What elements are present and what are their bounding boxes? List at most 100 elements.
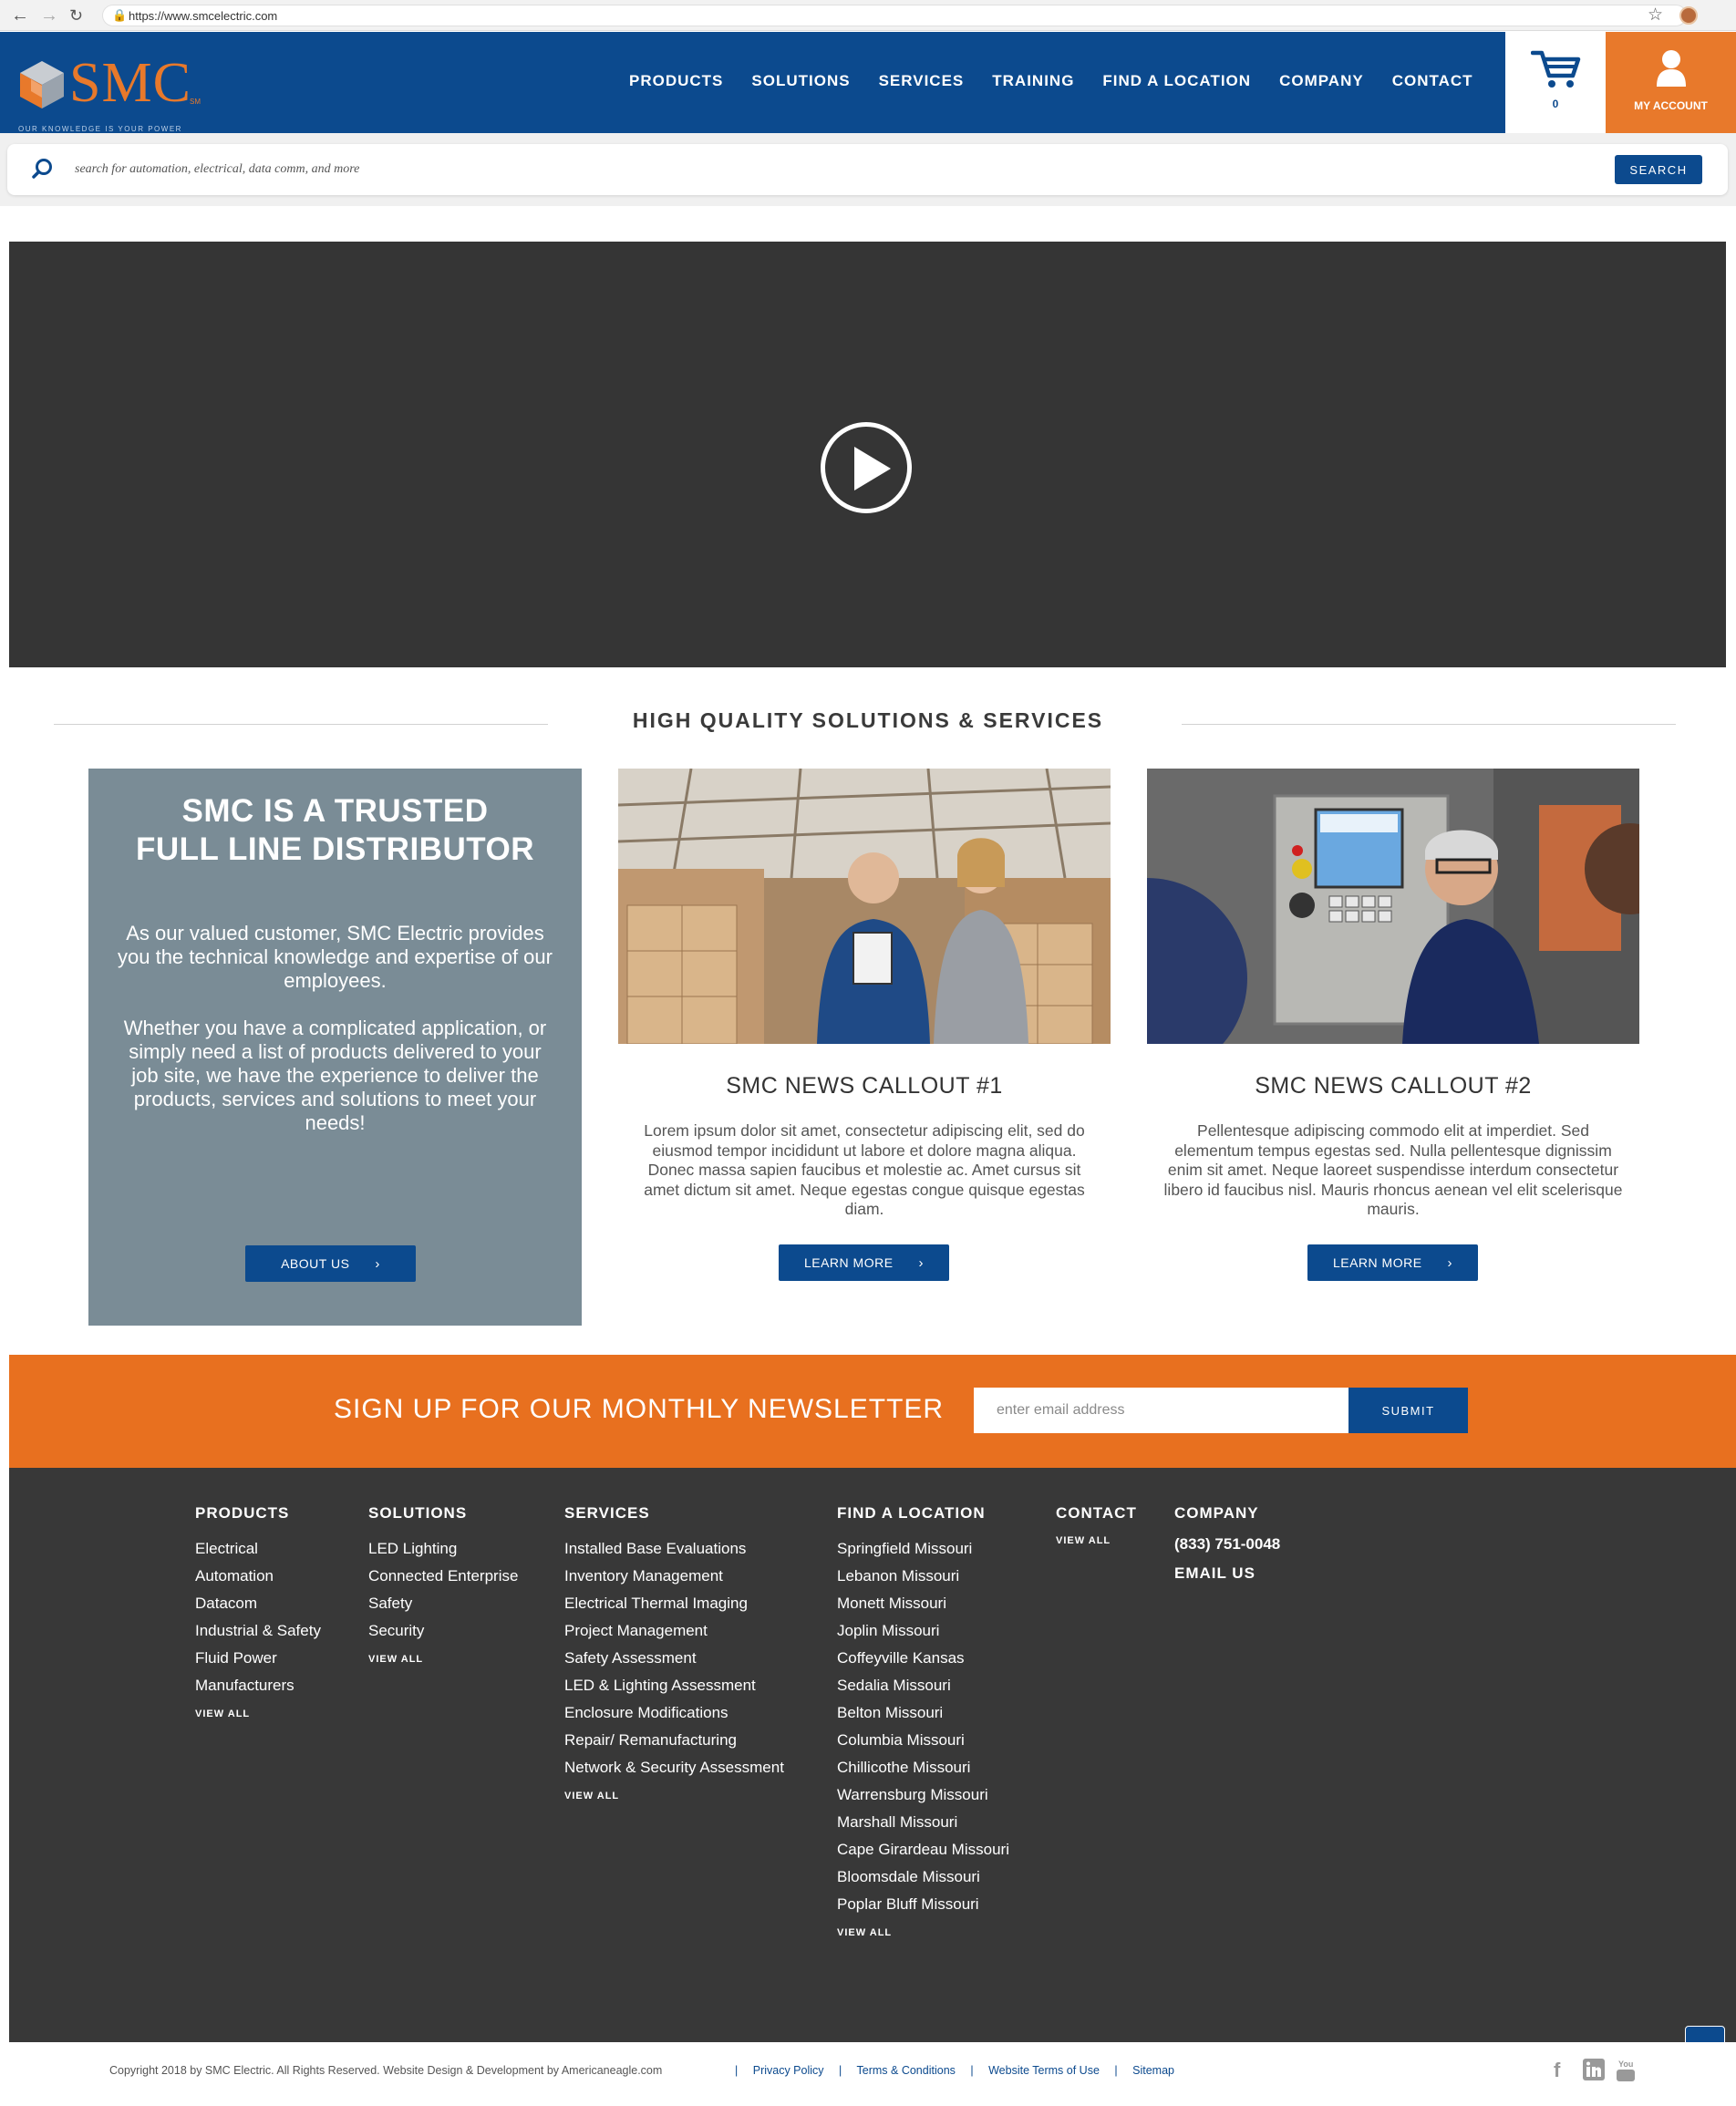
search-box: SEARCH	[7, 144, 1728, 195]
search-button[interactable]: SEARCH	[1615, 155, 1702, 184]
footer-link[interactable]: Industrial & Safety	[195, 1617, 321, 1645]
footer-link[interactable]: Warrensburg Missouri	[837, 1781, 1009, 1809]
footer-link[interactable]: Inventory Management	[564, 1563, 784, 1590]
warehouse-workers-photo	[618, 769, 1111, 1044]
play-icon[interactable]	[821, 422, 912, 513]
nav-services[interactable]: SERVICES	[879, 72, 965, 90]
legal-links: | Privacy Policy | Terms & Conditions | …	[723, 2064, 1174, 2077]
news-title-1: SMC NEWS CALLOUT #1	[726, 1073, 1003, 1099]
footer-heading-products[interactable]: PRODUCTS	[195, 1504, 321, 1523]
footer-heading-locations[interactable]: FIND A LOCATION	[837, 1504, 1009, 1523]
section-title: HIGH QUALITY SOLUTIONS & SERVICES	[632, 708, 1104, 732]
forward-icon[interactable]: →	[40, 5, 58, 26]
view-all-services-link[interactable]: VIEW ALL	[564, 1791, 784, 1801]
footer-link[interactable]: Belton Missouri	[837, 1699, 1009, 1727]
cart-button[interactable]: 0	[1505, 32, 1606, 133]
footer-link[interactable]: Marshall Missouri	[837, 1809, 1009, 1836]
footer-link[interactable]: Electrical	[195, 1535, 321, 1563]
nav-contact[interactable]: CONTACT	[1392, 72, 1473, 90]
footer-link[interactable]: Monett Missouri	[837, 1590, 1009, 1617]
footer-link[interactable]: Network & Security Assessment	[564, 1754, 784, 1781]
view-all-contact-link[interactable]: VIEW ALL	[1056, 1535, 1137, 1546]
youtube-icon[interactable]: You	[1616, 2059, 1636, 2088]
browser-toolbar: ← → ↻ 🔒 https://www.smcelectric.com ☆	[0, 0, 1736, 31]
facebook-icon[interactable]: f	[1554, 2059, 1560, 2082]
footer-link[interactable]: Installed Base Evaluations	[564, 1535, 784, 1563]
footer-link[interactable]: Manufacturers	[195, 1672, 321, 1699]
footer-link[interactable]: Safety	[368, 1590, 518, 1617]
nav-find-a-location[interactable]: FIND A LOCATION	[1102, 72, 1251, 90]
footer-bottom-bar: Copyright 2018 by SMC Electric. All Righ…	[0, 2042, 1736, 2106]
trusted-paragraph-1: As our valued customer, SMC Electric pro…	[118, 922, 553, 992]
search-bar: SEARCH	[0, 133, 1736, 206]
address-bar[interactable]: 🔒 https://www.smcelectric.com	[102, 5, 1687, 26]
footer-link[interactable]: Columbia Missouri	[837, 1727, 1009, 1754]
reload-icon[interactable]: ↻	[69, 5, 83, 26]
footer-link[interactable]: Lebanon Missouri	[837, 1563, 1009, 1590]
nav-training[interactable]: TRAINING	[992, 72, 1074, 90]
learn-more-button-1[interactable]: LEARN MORE ›	[779, 1244, 949, 1281]
news-title-2: SMC NEWS CALLOUT #2	[1255, 1073, 1532, 1099]
footer-link[interactable]: Sedalia Missouri	[837, 1672, 1009, 1699]
footer-link[interactable]: Electrical Thermal Imaging	[564, 1590, 784, 1617]
footer-link[interactable]: Fluid Power	[195, 1645, 321, 1672]
nav-solutions[interactable]: SOLUTIONS	[751, 72, 850, 90]
footer-link[interactable]: Connected Enterprise	[368, 1563, 518, 1590]
footer-heading-contact[interactable]: CONTACT	[1056, 1504, 1137, 1523]
sitemap-link[interactable]: Sitemap	[1132, 2064, 1174, 2077]
footer-link[interactable]: Springfield Missouri	[837, 1535, 1009, 1563]
footer-heading-solutions[interactable]: SOLUTIONS	[368, 1504, 518, 1523]
separator: |	[735, 2064, 739, 2077]
terms-conditions-link[interactable]: Terms & Conditions	[857, 2064, 956, 2077]
footer-link[interactable]: Joplin Missouri	[837, 1617, 1009, 1645]
trusted-distributor-card: SMC IS A TRUSTED FULL LINE DISTRIBUTOR A…	[88, 769, 582, 1326]
learn-more-label-2: LEARN MORE	[1332, 1254, 1422, 1270]
profile-avatar[interactable]	[1679, 6, 1698, 25]
footer-link[interactable]: Automation	[195, 1563, 321, 1590]
newsletter-email-input[interactable]	[974, 1388, 1357, 1433]
footer-link[interactable]: Safety Assessment	[564, 1645, 784, 1672]
privacy-policy-link[interactable]: Privacy Policy	[753, 2064, 824, 2077]
logo-text: SMC	[69, 52, 191, 114]
bookmark-star-icon[interactable]: ☆	[1648, 5, 1663, 26]
newsletter-heading: SIGN UP FOR OUR MONTHLY NEWSLETTER	[334, 1394, 945, 1424]
footer-link[interactable]: Security	[368, 1617, 518, 1645]
footer-link[interactable]: Repair/ Remanufacturing	[564, 1727, 784, 1754]
view-all-products-link[interactable]: VIEW ALL	[195, 1709, 321, 1719]
learn-more-button-2[interactable]: LEARN MORE ›	[1307, 1244, 1478, 1281]
footer-link[interactable]: Coffeyville Kansas	[837, 1645, 1009, 1672]
my-account-label: MY ACCOUNT	[1634, 99, 1708, 112]
website-terms-link[interactable]: Website Terms of Use	[988, 2064, 1100, 2077]
footer-products: PRODUCTS Electrical Automation Datacom I…	[195, 1504, 321, 1719]
smc-logo[interactable]: SMC SM OUR KNOWLEDGE IS YOUR POWER	[16, 52, 217, 133]
my-account-button[interactable]: MY ACCOUNT	[1606, 32, 1736, 133]
footer-link[interactable]: LED & Lighting Assessment	[564, 1672, 784, 1699]
nav-products[interactable]: PRODUCTS	[629, 72, 723, 90]
hero-video[interactable]	[9, 242, 1726, 667]
footer-link[interactable]: Enclosure Modifications	[564, 1699, 784, 1727]
search-input[interactable]	[73, 157, 1532, 182]
linkedin-icon[interactable]	[1583, 2059, 1605, 2086]
newsletter-submit-button[interactable]: SUBMIT	[1348, 1388, 1468, 1433]
nav-company[interactable]: COMPANY	[1279, 72, 1364, 90]
footer-link[interactable]: Cape Girardeau Missouri	[837, 1836, 1009, 1863]
search-icon	[32, 159, 52, 179]
footer-heading-company[interactable]: COMPANY	[1174, 1504, 1280, 1523]
email-us-link[interactable]: EMAIL US	[1174, 1564, 1280, 1583]
view-all-locations-link[interactable]: VIEW ALL	[837, 1927, 1009, 1938]
trusted-paragraph-2: Whether you have a complicated applicati…	[123, 1017, 547, 1134]
footer-link[interactable]: Poplar Bluff Missouri	[837, 1891, 1009, 1918]
footer-heading-services[interactable]: SERVICES	[564, 1504, 784, 1523]
trusted-title-line2: FULL LINE DISTRIBUTOR	[136, 831, 534, 867]
footer-link[interactable]: Project Management	[564, 1617, 784, 1645]
back-icon[interactable]: ←	[11, 5, 29, 26]
about-us-button[interactable]: ABOUT US ›	[245, 1245, 416, 1282]
view-all-solutions-link[interactable]: VIEW ALL	[368, 1654, 518, 1665]
phone-number-link[interactable]: (833) 751-0048	[1174, 1535, 1280, 1554]
footer-link[interactable]: Datacom	[195, 1590, 321, 1617]
main-nav: PRODUCTS SOLUTIONS SERVICES TRAINING FIN…	[629, 72, 1502, 90]
footer-link[interactable]: Bloomsdale Missouri	[837, 1863, 1009, 1891]
footer-link[interactable]: Chillicothe Missouri	[837, 1754, 1009, 1781]
footer-link[interactable]: LED Lighting	[368, 1535, 518, 1563]
logo-sm: SM	[190, 98, 201, 106]
